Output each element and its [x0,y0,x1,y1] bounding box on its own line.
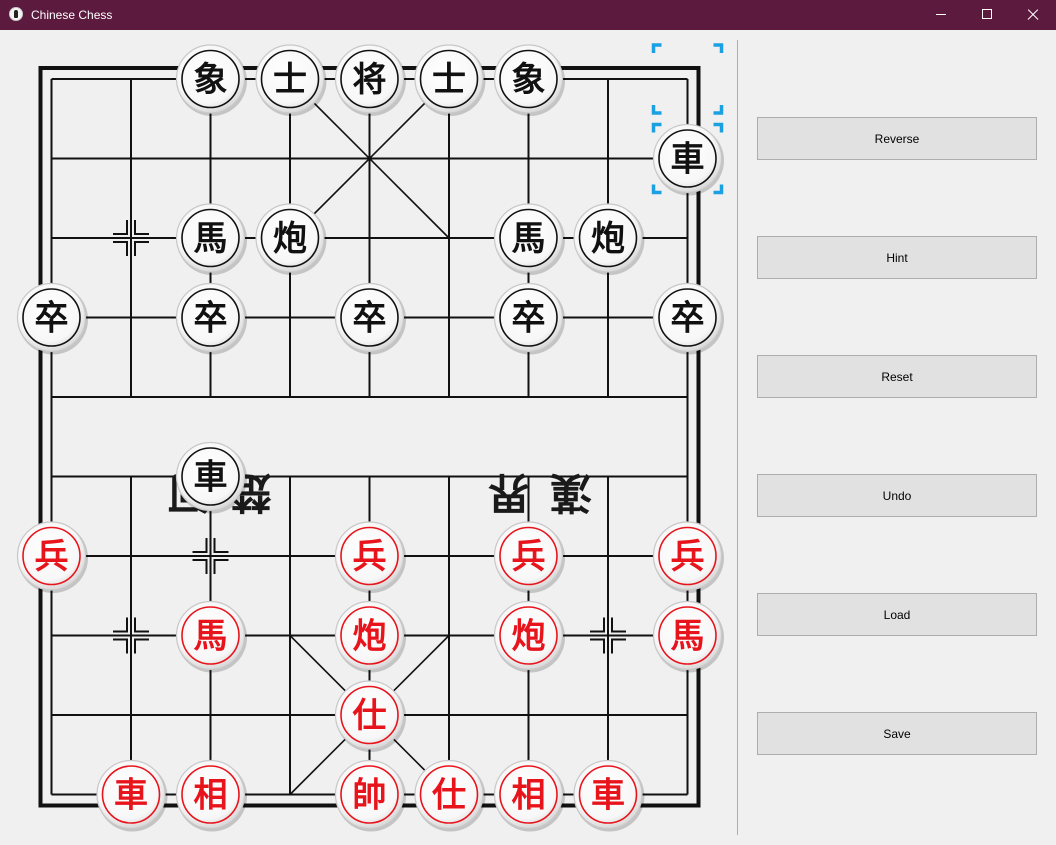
board-area: 楚河 漢界 象士将士象車馬炮馬炮卒卒卒卒卒車兵兵兵兵馬炮炮馬仕車相帥仕相車 [0,30,738,845]
piece-label: 象 [512,60,546,100]
piece-label: 卒 [353,299,387,339]
piece-label: 馬 [194,219,228,259]
piece-label: 車 [591,776,625,816]
piece-label: 帥 [353,776,387,816]
piece-label: 士 [273,60,307,100]
piece-red[interactable]: 相 [175,759,248,832]
piece-red[interactable]: 仕 [334,680,407,752]
piece-red[interactable]: 兵 [16,521,89,593]
undo-button[interactable]: Undo [757,474,1037,517]
piece-red[interactable]: 車 [96,759,168,832]
piece-black[interactable]: 卒 [334,282,407,355]
reverse-button[interactable]: Reverse [757,117,1037,160]
panel-divider [737,40,738,835]
piece-label: 卒 [35,299,69,339]
window-title: Chinese Chess [31,8,113,22]
river-text-right: 漢界 [468,468,592,517]
piece-label: 車 [114,776,148,816]
piece-label: 卒 [512,299,546,339]
piece-black[interactable]: 車 [652,123,725,196]
piece-black[interactable]: 象 [175,44,248,116]
piece-black[interactable]: 象 [493,44,566,116]
piece-label: 車 [194,458,228,498]
title-bar: Chinese Chess [0,0,1056,30]
piece-black[interactable]: 士 [414,44,486,116]
piece-red[interactable]: 馬 [175,600,248,673]
minimize-button[interactable] [918,0,964,30]
piece-label: 相 [194,776,228,816]
piece-label: 兵 [512,537,546,577]
piece-label: 兵 [35,537,69,577]
piece-label: 相 [512,776,546,816]
piece-red[interactable]: 炮 [493,600,566,673]
piece-black[interactable]: 車 [175,441,248,514]
piece-black[interactable]: 卒 [16,282,89,355]
piece-label: 仕 [432,776,466,816]
piece-label: 馬 [194,617,228,657]
app-icon [9,7,23,21]
piece-label: 炮 [512,617,546,657]
piece-red[interactable]: 兵 [652,521,725,593]
piece-black[interactable]: 炮 [255,203,327,275]
piece-red[interactable]: 車 [573,759,645,832]
piece-label: 兵 [671,537,705,577]
piece-black[interactable]: 馬 [175,203,248,275]
piece-label: 卒 [194,299,228,339]
piece-label: 将 [353,60,387,100]
piece-label: 象 [194,60,228,100]
hint-button[interactable]: Hint [757,236,1037,279]
game-board[interactable]: 楚河 漢界 象士将士象車馬炮馬炮卒卒卒卒卒車兵兵兵兵馬炮炮馬仕車相帥仕相車 [0,30,738,845]
load-button[interactable]: Load [757,593,1037,636]
maximize-button[interactable] [964,0,1010,30]
piece-red[interactable]: 帥 [334,759,407,832]
piece-label: 馬 [671,617,705,657]
pieces: 象士将士象車馬炮馬炮卒卒卒卒卒車兵兵兵兵馬炮炮馬仕車相帥仕相車 [16,44,725,832]
piece-label: 炮 [353,617,387,657]
piece-black[interactable]: 将 [334,44,407,116]
piece-red[interactable]: 炮 [334,600,407,673]
close-button[interactable] [1010,0,1056,30]
piece-label: 炮 [591,219,625,259]
piece-label: 車 [671,140,705,180]
save-button[interactable]: Save [757,712,1037,755]
piece-black[interactable]: 卒 [652,282,725,355]
piece-black[interactable]: 卒 [175,282,248,355]
piece-label: 馬 [512,219,546,259]
piece-red[interactable]: 兵 [493,521,566,593]
piece-label: 炮 [273,219,307,259]
piece-black[interactable]: 炮 [573,203,645,275]
piece-red[interactable]: 相 [493,759,566,832]
piece-label: 仕 [353,696,387,736]
piece-label: 士 [432,60,466,100]
reset-button[interactable]: Reset [757,355,1037,398]
piece-label: 兵 [353,537,387,577]
piece-red[interactable]: 仕 [414,759,486,832]
piece-red[interactable]: 兵 [334,521,407,593]
piece-label: 卒 [671,299,705,339]
piece-black[interactable]: 馬 [493,203,566,275]
piece-red[interactable]: 馬 [652,600,725,673]
piece-black[interactable]: 卒 [493,282,566,355]
piece-black[interactable]: 士 [255,44,327,116]
